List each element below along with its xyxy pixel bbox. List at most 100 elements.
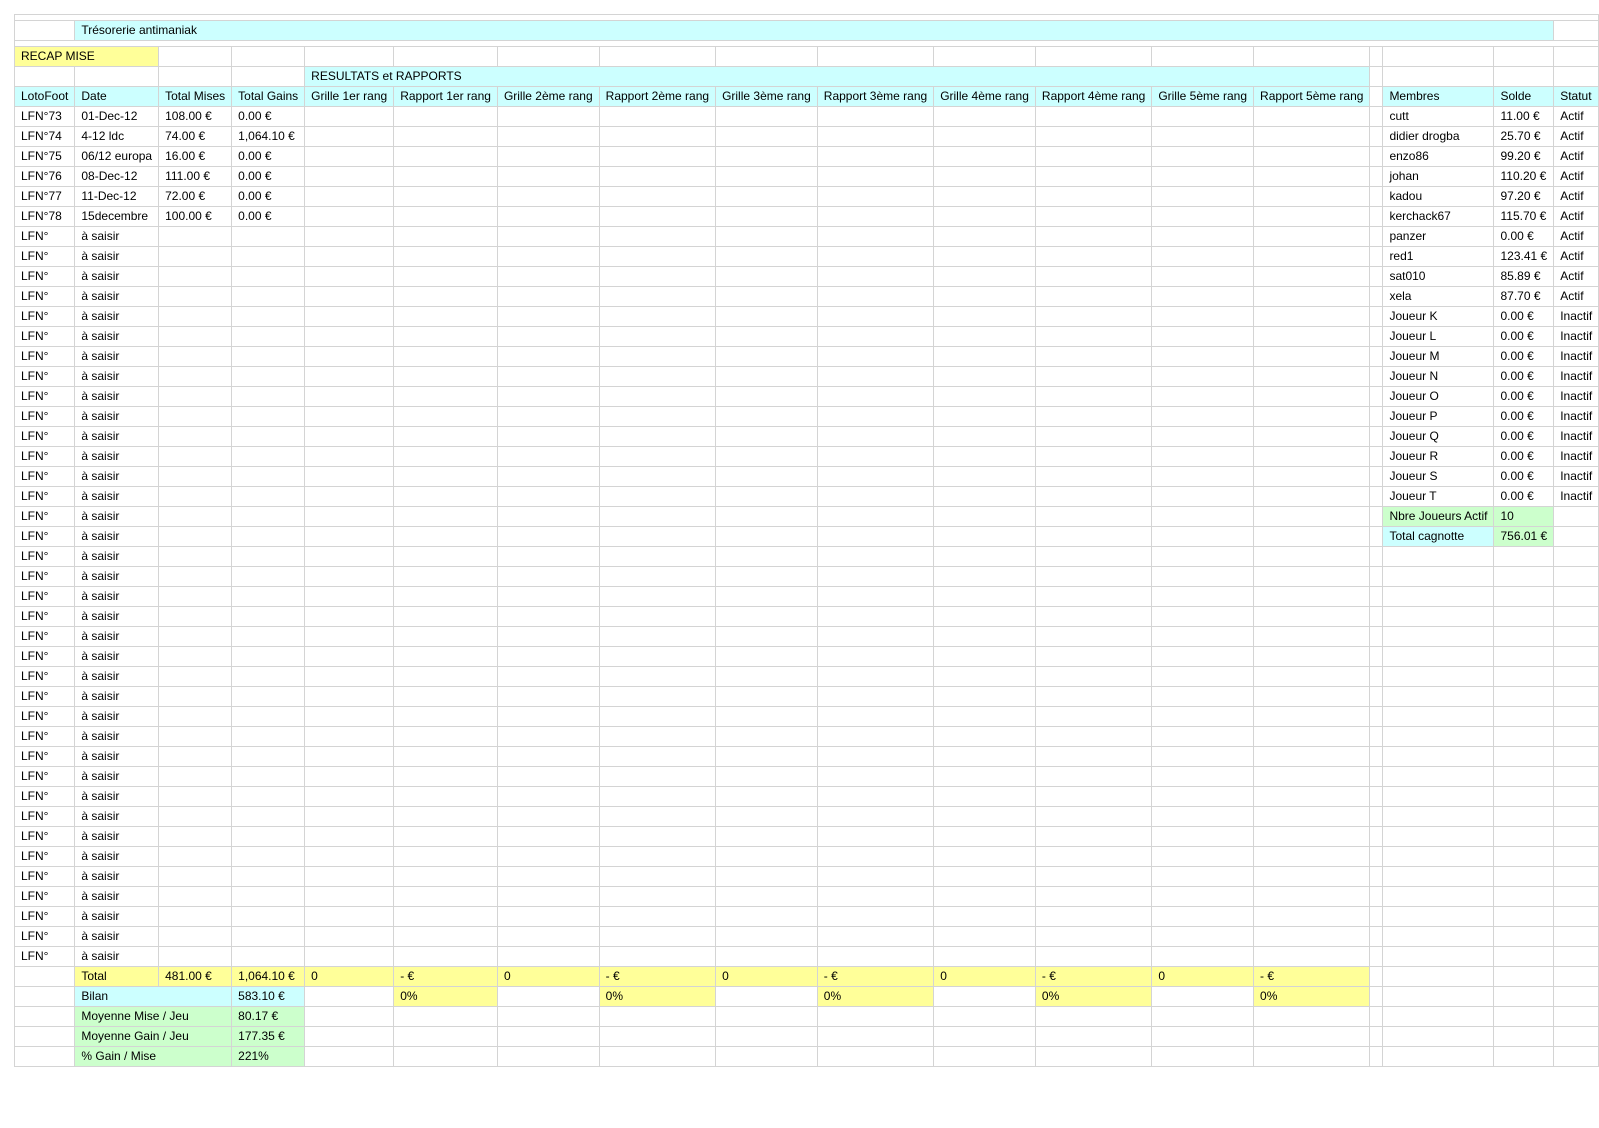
cell[interactable] [231, 306, 306, 327]
cell[interactable] [598, 106, 717, 127]
cell[interactable] [1034, 946, 1153, 967]
cell[interactable] [598, 506, 717, 527]
cell[interactable] [1151, 766, 1255, 787]
game-id[interactable]: LFN° [13, 726, 76, 747]
cell[interactable] [158, 366, 233, 387]
game-date[interactable]: 01-Dec-12 [74, 106, 160, 127]
cell[interactable] [1369, 346, 1384, 367]
cell[interactable] [933, 366, 1036, 387]
cell[interactable] [598, 526, 717, 547]
cell[interactable] [1253, 886, 1371, 907]
cell[interactable] [1382, 726, 1495, 747]
cell[interactable] [231, 646, 306, 667]
cell[interactable] [1253, 486, 1371, 507]
cell[interactable] [1253, 166, 1371, 187]
game-date[interactable]: à saisir [74, 586, 160, 607]
cell[interactable] [1253, 646, 1371, 667]
game-date[interactable]: à saisir [74, 566, 160, 587]
cell[interactable] [1369, 366, 1384, 387]
cell[interactable] [816, 306, 935, 327]
cell[interactable] [393, 286, 498, 307]
cell[interactable] [598, 1046, 717, 1067]
cell[interactable] [393, 386, 498, 407]
column-header[interactable]: Grille 1er rang [304, 86, 395, 107]
cell[interactable] [1382, 686, 1495, 707]
total-rang-value[interactable]: - € [1253, 966, 1371, 987]
cell[interactable] [715, 146, 818, 167]
cell[interactable] [158, 746, 233, 767]
cell[interactable] [1034, 646, 1153, 667]
cell[interactable] [1151, 806, 1255, 827]
cell[interactable] [1253, 206, 1371, 227]
cell[interactable] [496, 266, 600, 287]
cell[interactable] [715, 766, 818, 787]
cell[interactable] [816, 1046, 935, 1067]
cell[interactable] [231, 926, 306, 947]
bilan-pct[interactable]: 0% [1253, 986, 1371, 1007]
cell[interactable] [816, 1006, 935, 1027]
cell[interactable] [304, 386, 395, 407]
cell[interactable] [1253, 126, 1371, 147]
game-id[interactable]: LFN° [13, 266, 76, 287]
cell[interactable] [1151, 206, 1255, 227]
cell[interactable] [1253, 106, 1371, 127]
game-id[interactable]: LFN° [13, 826, 76, 847]
cell[interactable] [496, 346, 600, 367]
cell[interactable] [933, 806, 1036, 827]
cell[interactable] [496, 626, 600, 647]
cell[interactable] [393, 906, 498, 927]
cell[interactable] [231, 386, 306, 407]
cell[interactable] [1034, 546, 1153, 567]
cell[interactable] [393, 306, 498, 327]
member-statut[interactable]: Inactif [1553, 426, 1599, 447]
cell[interactable] [231, 866, 306, 887]
cell[interactable] [1151, 906, 1255, 927]
cell[interactable] [1034, 766, 1153, 787]
cell[interactable] [158, 826, 233, 847]
cell[interactable] [1369, 946, 1384, 967]
cell[interactable] [1369, 786, 1384, 807]
sheet-title[interactable]: Trésorerie antimaniak [74, 20, 1555, 41]
cell[interactable] [393, 326, 498, 347]
cell[interactable] [1553, 926, 1599, 947]
cell[interactable] [1253, 786, 1371, 807]
member-name[interactable]: Joueur M [1382, 346, 1495, 367]
cell[interactable] [393, 746, 498, 767]
member-statut[interactable]: Actif [1553, 106, 1599, 127]
cell[interactable] [304, 126, 395, 147]
cell[interactable] [1034, 606, 1153, 627]
game-date[interactable]: à saisir [74, 606, 160, 627]
game-date[interactable]: à saisir [74, 646, 160, 667]
member-solde[interactable]: 85.89 € [1493, 266, 1555, 287]
cell[interactable] [933, 1046, 1036, 1067]
cell[interactable] [393, 706, 498, 727]
game-date[interactable]: à saisir [74, 766, 160, 787]
cell[interactable] [158, 626, 233, 647]
cell[interactable] [1034, 106, 1153, 127]
stat-label[interactable]: % Gain / Mise [74, 1046, 233, 1067]
cell[interactable] [816, 846, 935, 867]
cell[interactable] [816, 906, 935, 927]
cell[interactable] [598, 386, 717, 407]
cell[interactable] [1034, 1006, 1153, 1027]
cell[interactable] [715, 806, 818, 827]
member-statut[interactable]: Actif [1553, 226, 1599, 247]
cell[interactable] [393, 606, 498, 627]
cell[interactable] [1253, 386, 1371, 407]
cell[interactable] [393, 546, 498, 567]
game-id[interactable]: LFN° [13, 446, 76, 467]
cell[interactable] [1553, 946, 1599, 967]
cell[interactable] [715, 266, 818, 287]
cell[interactable] [304, 906, 395, 927]
cell[interactable] [598, 206, 717, 227]
cell[interactable] [1493, 1046, 1555, 1067]
cell[interactable] [1034, 306, 1153, 327]
game-id[interactable]: LFN° [13, 486, 76, 507]
cell[interactable] [1253, 1026, 1371, 1047]
cell[interactable] [304, 266, 395, 287]
cell[interactable] [1493, 746, 1555, 767]
cell[interactable] [304, 846, 395, 867]
cell[interactable] [1493, 866, 1555, 887]
game-id[interactable]: LFN°78 [13, 206, 76, 227]
cell[interactable] [393, 826, 498, 847]
